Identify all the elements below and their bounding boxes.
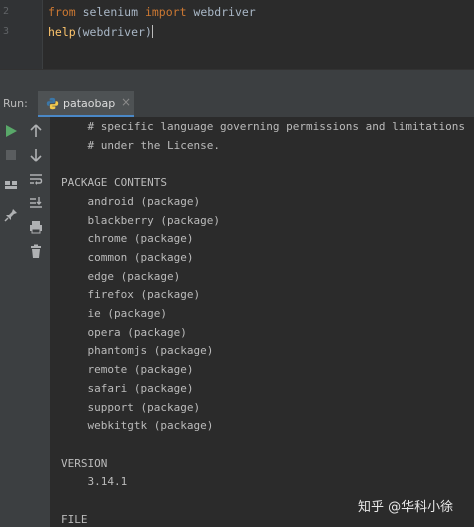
scroll-to-end-icon[interactable] [28, 195, 44, 211]
down-arrow-icon[interactable] [28, 147, 44, 163]
console-line: phantomjs (package) [61, 344, 214, 358]
print-icon[interactable] [28, 219, 44, 235]
code-line[interactable]: help(webdriver) [48, 25, 153, 39]
console-line: edge (package) [61, 269, 181, 283]
console-line: # specific language governing permission… [61, 120, 465, 133]
console-line: # under the License. [61, 138, 220, 152]
run-actions-toolbar [0, 117, 23, 527]
up-arrow-icon[interactable] [28, 123, 44, 139]
console-line: webkitgtk (package) [61, 419, 214, 433]
console-line: firefox (package) [61, 288, 201, 302]
line-number-gutter: 2 3 [0, 0, 43, 69]
console-line: 3.14.1 [61, 475, 128, 489]
keyword-import: import [144, 5, 187, 19]
function-args: (webdriver [75, 25, 145, 39]
run-tab-pataobap[interactable]: pataobap × [38, 91, 134, 117]
console-line: chrome (package) [61, 232, 194, 246]
layout-icon[interactable] [3, 177, 19, 193]
code-line[interactable]: from selenium import webdriver [48, 5, 256, 19]
console-line: VERSION [61, 456, 108, 470]
trash-icon[interactable] [28, 243, 44, 259]
stop-icon[interactable] [3, 147, 19, 163]
soft-wrap-icon[interactable] [28, 171, 44, 187]
console-output[interactable]: # specific language governing permission… [51, 117, 474, 527]
console-line: opera (package) [61, 325, 187, 339]
console-line: remote (package) [61, 363, 194, 377]
function-name: help [48, 25, 76, 39]
python-icon [46, 97, 59, 110]
console-line: PACKAGE CONTENTS [61, 176, 167, 190]
close-icon[interactable]: × [121, 95, 131, 109]
pin-icon[interactable] [3, 207, 19, 223]
text-caret [151, 25, 153, 38]
module-name: selenium [75, 5, 145, 19]
watermark: 知乎 @华科小徐 [358, 500, 454, 515]
console-line: support (package) [61, 400, 201, 414]
code-editor[interactable]: 2 3 from selenium import webdriver help(… [0, 0, 474, 69]
rerun-icon[interactable] [3, 123, 19, 139]
console-line: safari (package) [61, 381, 194, 395]
panel-divider[interactable] [0, 69, 474, 92]
console-line: android (package) [61, 194, 201, 208]
line-number: 3 [3, 26, 10, 37]
console-line: ie (package) [61, 307, 167, 320]
tab-label: pataobap [63, 97, 116, 110]
keyword-from: from [48, 5, 76, 19]
import-target: webdriver [186, 5, 256, 19]
line-number: 2 [3, 6, 10, 17]
console-line: FILE [61, 512, 88, 526]
console-actions-toolbar [22, 117, 51, 527]
console-line: blackberry (package) [61, 213, 220, 227]
closing-paren: ) [144, 25, 152, 39]
console-line: common (package) [61, 250, 194, 264]
run-label: Run: [3, 97, 28, 110]
run-toolbar-header: Run: pataobap × [0, 91, 474, 118]
